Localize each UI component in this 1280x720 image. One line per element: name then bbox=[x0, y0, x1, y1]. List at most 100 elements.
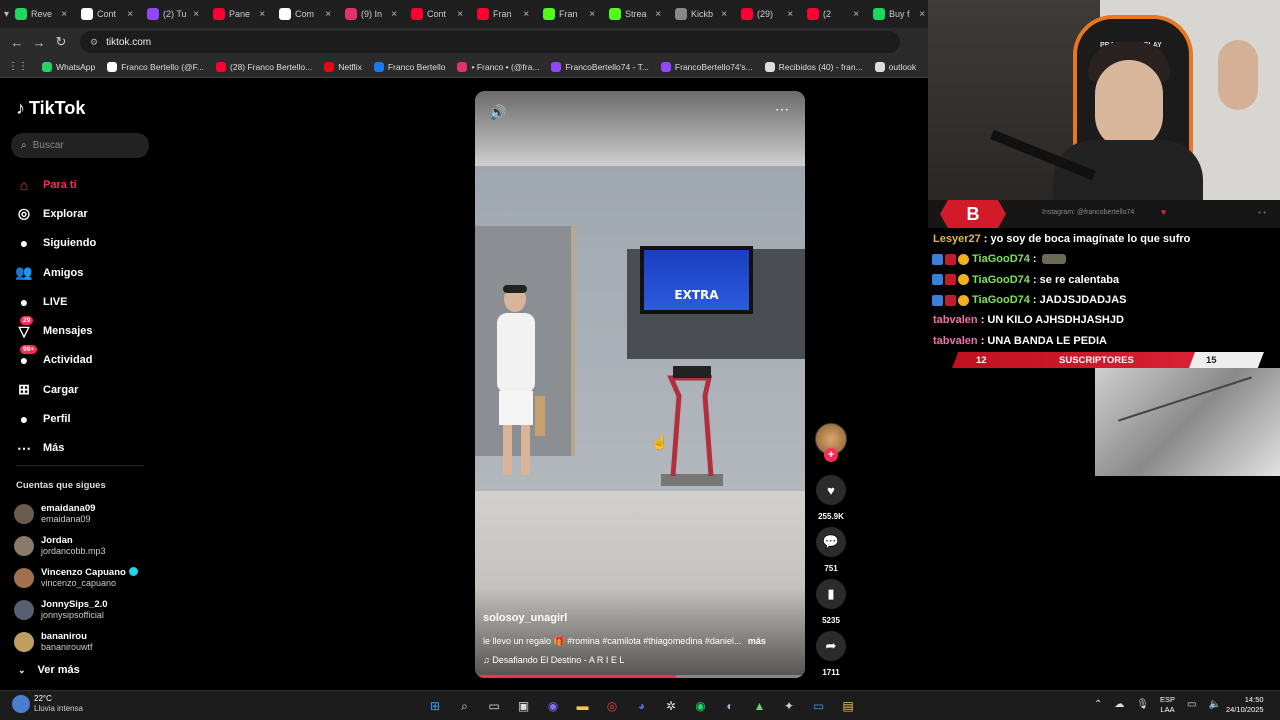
windows-icon[interactable]: ⊞ bbox=[424, 695, 446, 717]
comment-button[interactable]: 💬 751 bbox=[814, 527, 848, 573]
game-icon[interactable]: ▲ bbox=[749, 695, 771, 717]
browser-tab[interactable]: (9) In × bbox=[339, 3, 403, 25]
nav-item-cargar[interactable]: ⊞ Cargar bbox=[14, 375, 154, 404]
browser-tab[interactable]: (2) Tu × bbox=[141, 3, 205, 25]
bookmark-item[interactable]: (28) Franco Bertello... bbox=[216, 61, 312, 72]
weather-widget[interactable]: 22°C Lluvia intensa bbox=[12, 694, 83, 714]
follow-plus-icon[interactable]: + bbox=[824, 448, 838, 462]
close-icon[interactable]: × bbox=[61, 9, 67, 20]
browser-tab[interactable]: Buy f × bbox=[867, 3, 928, 25]
notes-icon[interactable]: ▤ bbox=[837, 695, 859, 717]
browser-tab[interactable]: Kickb × bbox=[669, 3, 733, 25]
speaker-icon[interactable]: 🔈 bbox=[1208, 699, 1220, 710]
browser-tab[interactable]: Cont × bbox=[405, 3, 469, 25]
bookmark-item[interactable]: Netflix bbox=[324, 61, 362, 72]
close-icon[interactable]: × bbox=[787, 9, 793, 20]
close-icon[interactable]: × bbox=[655, 9, 661, 20]
video-music[interactable]: ♫ Desafiando El Destino - A R I E L bbox=[483, 655, 624, 665]
close-icon[interactable]: × bbox=[325, 9, 331, 20]
browser-tab[interactable]: Fran × bbox=[471, 3, 535, 25]
url-field[interactable]: ⚙ tiktok.com bbox=[80, 31, 900, 53]
reload-icon[interactable]: ↻ bbox=[50, 34, 72, 50]
cloud-icon[interactable]: ☁ bbox=[1114, 699, 1124, 710]
nav-item-amigos[interactable]: 👥 Amigos bbox=[14, 258, 154, 287]
close-icon[interactable]: × bbox=[391, 9, 397, 20]
video-options-icon[interactable]: ⋯ bbox=[775, 101, 789, 118]
see-more-button[interactable]: ⌄ Ver más bbox=[18, 664, 80, 676]
following-icon: ● bbox=[19, 235, 29, 252]
mic-icon[interactable]: 🎙 bbox=[1136, 699, 1149, 710]
nav-item-explorar[interactable]: ◎ Explorar bbox=[14, 199, 154, 228]
nav-item-live[interactable]: ● LIVE bbox=[14, 287, 154, 316]
share-button[interactable]: ➦ 1711 bbox=[814, 631, 848, 677]
nav-item-para-ti[interactable]: ⌂ Para ti bbox=[14, 170, 154, 199]
task-view-icon[interactable]: ▭ bbox=[483, 695, 505, 717]
save-button[interactable]: ▮ 5235 bbox=[814, 579, 848, 625]
browser-tab[interactable]: Pane × bbox=[207, 3, 271, 25]
forward-icon[interactable]: → bbox=[28, 35, 50, 50]
followed-account[interactable]: bananirou bananirouwtf bbox=[14, 626, 160, 658]
browser-tab[interactable]: (29) × bbox=[735, 3, 799, 25]
close-icon[interactable]: × bbox=[127, 9, 133, 20]
network-icon[interactable]: ▭ bbox=[1187, 699, 1196, 710]
more-link[interactable]: más bbox=[748, 636, 766, 646]
followed-account[interactable]: Jordan jordancobb.mp3 bbox=[14, 530, 160, 562]
close-icon[interactable]: × bbox=[193, 9, 199, 20]
volume-icon[interactable]: 🔊 bbox=[489, 104, 506, 121]
video-player[interactable]: EXTRA 🔊 ⋯ solosoy_unagirl le llevo un re… bbox=[475, 91, 805, 678]
followed-account[interactable]: Vincenzo Capuano vincenzo_capuano bbox=[14, 562, 160, 594]
browser-tab[interactable]: Com × bbox=[273, 3, 337, 25]
close-icon[interactable]: × bbox=[259, 9, 265, 20]
browser-tab[interactable]: (2 × bbox=[801, 3, 865, 25]
like-button[interactable]: ♥ 255.9K bbox=[814, 475, 848, 521]
app-icon[interactable]: ◉ bbox=[542, 695, 564, 717]
spotify-icon[interactable]: ◉ bbox=[690, 695, 712, 717]
bookmark-item[interactable]: Franco Bertello bbox=[373, 61, 445, 72]
tiktok-logo[interactable]: ♪ TikTok bbox=[16, 98, 85, 119]
back-icon[interactable]: ← bbox=[6, 35, 28, 50]
creator-avatar[interactable]: + bbox=[814, 423, 848, 462]
browser-tab[interactable]: Reve × bbox=[9, 3, 73, 25]
settings-icon[interactable]: ✲ bbox=[660, 695, 682, 717]
followed-account[interactable]: JonnySips_2.0 jonnysipsofficial bbox=[14, 594, 160, 626]
clock[interactable]: 14:50 24/10/2025 bbox=[1226, 695, 1264, 715]
language-indicator[interactable]: ESP LAA bbox=[1160, 695, 1175, 715]
bookmark-item[interactable]: Franco Bertello (@F... bbox=[107, 61, 204, 72]
apps-icon[interactable]: ⋮⋮ bbox=[8, 61, 28, 72]
close-icon[interactable]: × bbox=[721, 9, 727, 20]
browser-tab[interactable]: Fran × bbox=[537, 3, 601, 25]
bookmark-item[interactable]: • Franco • (@fra... bbox=[457, 61, 539, 72]
monitor-icon[interactable]: ▭ bbox=[808, 695, 830, 717]
close-icon[interactable]: × bbox=[457, 9, 463, 20]
search-input[interactable]: ⌕ Buscar bbox=[11, 133, 149, 158]
folder-icon[interactable]: ▬ bbox=[572, 695, 594, 717]
close-icon[interactable]: × bbox=[589, 9, 595, 20]
nav-item-actividad[interactable]: ● 99+ Actividad bbox=[14, 345, 154, 375]
nav-item-mensajes[interactable]: ▽ 29 Mensajes bbox=[14, 316, 154, 345]
chat-message: TiaGooD74 : bbox=[932, 249, 1280, 269]
bookmark-item[interactable]: Recibidos (40) - fran... bbox=[764, 61, 863, 72]
video-progress[interactable] bbox=[475, 675, 805, 678]
discord-icon[interactable]: ◕ bbox=[631, 695, 653, 717]
close-icon[interactable]: × bbox=[853, 9, 859, 20]
nav-item-perfil[interactable]: ● Perfil bbox=[14, 404, 154, 433]
video-username[interactable]: solosoy_unagirl bbox=[483, 612, 567, 624]
browser-tab[interactable]: Strea × bbox=[603, 3, 667, 25]
bookmark-item[interactable]: outlook bbox=[874, 61, 916, 72]
chevron-up-icon[interactable]: ⌃ bbox=[1094, 699, 1102, 710]
chrome-icon[interactable]: ◎ bbox=[601, 695, 623, 717]
store-icon[interactable]: ▣ bbox=[513, 695, 535, 717]
search-icon[interactable]: ⌕ bbox=[454, 695, 476, 717]
steam-icon[interactable]: ◐ bbox=[719, 695, 741, 717]
site-info-icon[interactable]: ⚙ bbox=[90, 37, 98, 48]
bookmark-item[interactable]: WhatsApp bbox=[42, 61, 95, 72]
bookmark-item[interactable]: FrancoBertello74 - T... bbox=[551, 61, 649, 72]
nav-item-más[interactable]: ⋯ Más bbox=[14, 434, 154, 463]
bookmark-item[interactable]: FrancoBertello74's... bbox=[660, 61, 753, 72]
browser-tab[interactable]: Cont × bbox=[75, 3, 139, 25]
nav-item-siguiendo[interactable]: ● Siguiendo bbox=[14, 229, 154, 258]
close-icon[interactable]: × bbox=[523, 9, 529, 20]
followed-account[interactable]: emaidana09 emaidana09 bbox=[14, 498, 160, 530]
tool-icon[interactable]: ✦ bbox=[778, 695, 800, 717]
close-icon[interactable]: × bbox=[919, 9, 925, 20]
